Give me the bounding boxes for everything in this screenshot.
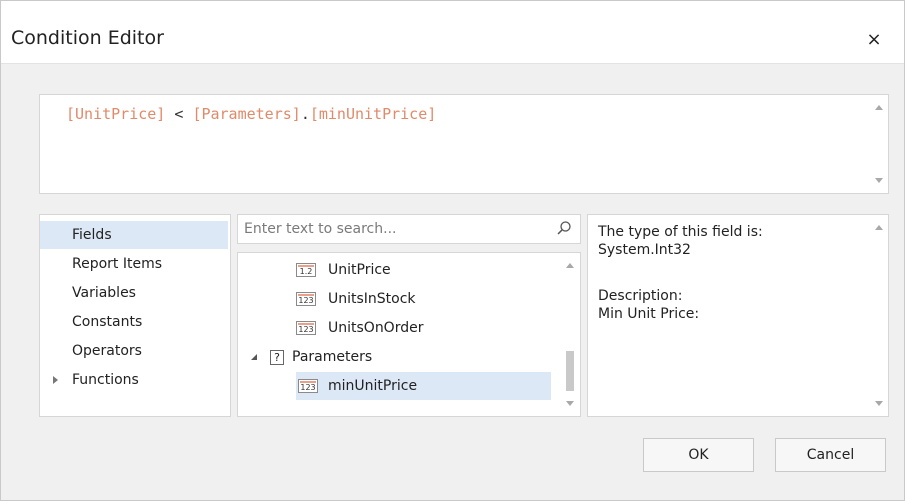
expand-arrow-icon[interactable] — [53, 376, 58, 384]
tree-item-label: UnitsInStock — [328, 291, 416, 307]
expression-text: [UnitPrice] < [Parameters].[minUnitPrice… — [66, 105, 436, 123]
tree-item-minunitprice[interactable]: 123 minUnitPrice — [296, 372, 551, 400]
integer-type-icon: 123 — [296, 321, 316, 335]
category-constants[interactable]: Constants — [40, 308, 228, 336]
close-button[interactable]: × — [863, 29, 885, 51]
expression-token-param: [minUnitPrice] — [309, 105, 437, 123]
tree-item-label: Parameters — [292, 349, 373, 365]
scrollbar-thumb[interactable] — [566, 351, 574, 391]
integer-type-icon: 123 — [298, 379, 318, 393]
category-label: Constants — [72, 314, 143, 330]
ok-button[interactable]: OK — [643, 438, 754, 472]
category-variables[interactable]: Variables — [40, 279, 228, 307]
tree-item-unitsonorder[interactable]: 123 UnitsOnOrder — [296, 314, 551, 342]
field-type-label: The type of this field is: — [598, 224, 763, 240]
tree-item-label: minUnitPrice — [328, 378, 418, 394]
category-functions[interactable]: Functions — [40, 366, 228, 394]
description-scrollbar[interactable] — [870, 215, 888, 416]
description-panel: The type of this field is: System.Int32 … — [587, 214, 889, 417]
scroll-down-arrow-icon[interactable] — [875, 178, 883, 183]
scroll-down-arrow-icon[interactable] — [875, 401, 883, 406]
title-bar: Condition Editor × — [1, 1, 904, 64]
field-type-value: System.Int32 — [598, 242, 691, 258]
category-label: Variables — [72, 285, 136, 301]
expression-token-parameters: [Parameters] — [192, 105, 301, 123]
category-label: Report Items — [72, 256, 163, 272]
expression-token-field: [UnitPrice] — [66, 105, 166, 123]
tree-item-unitprice[interactable]: 1.2 UnitPrice — [296, 256, 551, 284]
tree-item-label: UnitsOnOrder — [328, 320, 424, 336]
description-value: Min Unit Price: — [598, 306, 700, 322]
search-box — [237, 214, 581, 244]
collapse-arrow-icon[interactable] — [251, 354, 257, 360]
category-operators[interactable]: Operators — [40, 337, 228, 365]
expression-scrollbar[interactable] — [870, 95, 888, 193]
scroll-up-arrow-icon[interactable] — [875, 225, 883, 230]
cancel-button[interactable]: Cancel — [775, 438, 886, 472]
scroll-down-arrow-icon[interactable] — [566, 401, 574, 406]
expression-operator: < — [165, 105, 193, 123]
category-label: Fields — [72, 227, 112, 243]
category-label: Functions — [72, 372, 139, 388]
condition-editor-dialog: Condition Editor × [UnitPrice] < [Parame… — [0, 0, 905, 501]
expression-dot: . — [300, 105, 310, 123]
expression-editor[interactable]: [UnitPrice] < [Parameters].[minUnitPrice… — [39, 94, 889, 194]
decimal-type-icon: 1.2 — [296, 263, 316, 277]
integer-type-icon: 123 — [296, 292, 316, 306]
category-report-items[interactable]: Report Items — [40, 250, 228, 278]
scroll-up-arrow-icon[interactable] — [566, 263, 574, 268]
search-input[interactable] — [242, 218, 546, 240]
parameters-icon: ? — [270, 350, 284, 365]
category-fields[interactable]: Fields — [40, 221, 228, 249]
tree-item-label: UnitPrice — [328, 262, 391, 278]
dialog-title: Condition Editor — [11, 27, 164, 49]
tree-item-parameters[interactable]: ? Parameters — [248, 343, 551, 371]
tree-scrollbar[interactable] — [560, 253, 580, 416]
field-tree: 1.2 UnitPrice 123 UnitsInStock 123 Units… — [237, 252, 581, 417]
search-icon[interactable] — [556, 220, 572, 236]
category-list: Fields Report Items Variables Constants … — [39, 214, 231, 417]
scroll-up-arrow-icon[interactable] — [875, 105, 883, 110]
category-label: Operators — [72, 343, 142, 359]
tree-item-unitsinstock[interactable]: 123 UnitsInStock — [296, 285, 551, 313]
description-label: Description: — [598, 288, 683, 304]
